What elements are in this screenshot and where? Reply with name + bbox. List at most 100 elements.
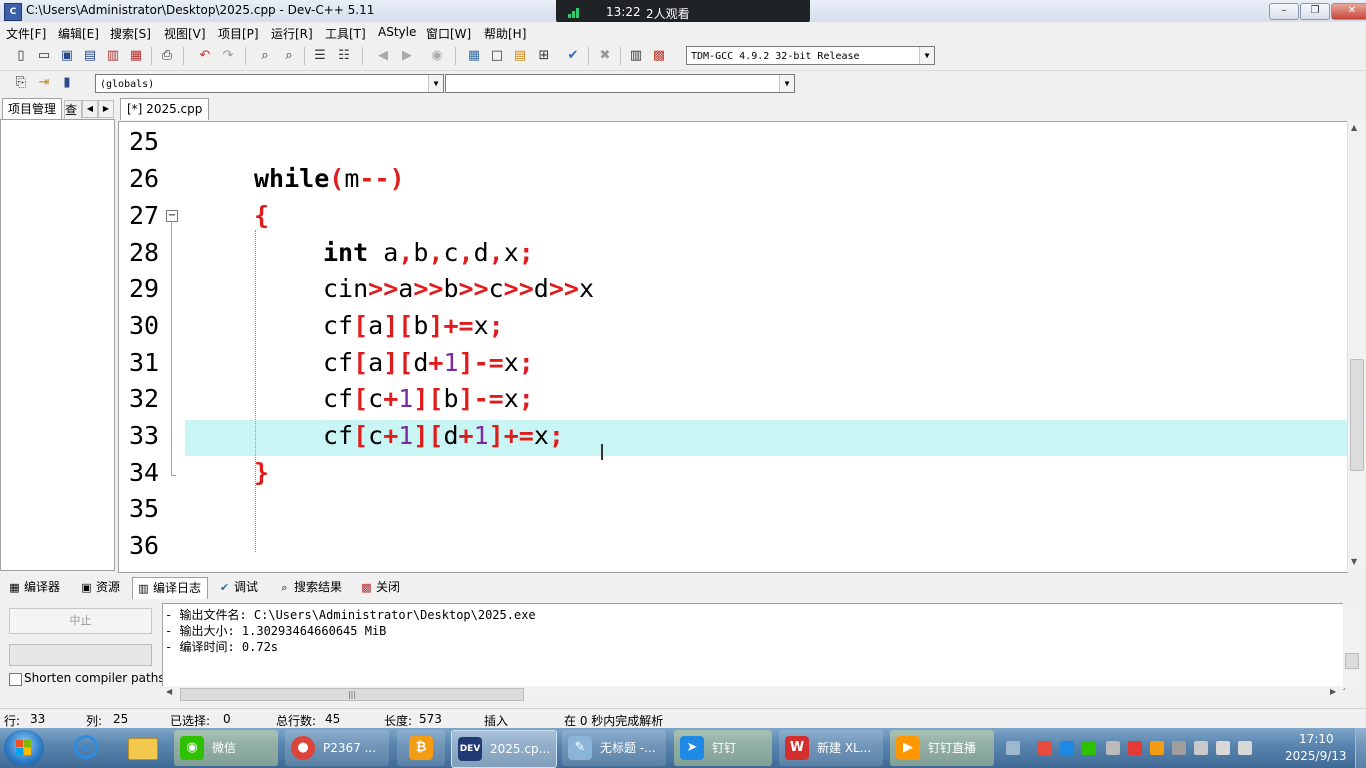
tab-debug[interactable]: ✔ 调试 (214, 577, 264, 598)
tab-close[interactable]: ▩ 关闭 (356, 577, 406, 598)
paint-icon: ✎ (568, 736, 592, 760)
goto-bookmark-icon[interactable]: ▮ (58, 74, 76, 92)
taskbar-wechat[interactable]: ◉ 微信 (174, 730, 278, 766)
indent-icon[interactable]: ☰ (311, 47, 329, 65)
code-operator: [ (353, 421, 369, 450)
tab-resources[interactable]: ▣ 资源 (76, 577, 126, 598)
maximize-button[interactable]: ❐ (1300, 3, 1330, 20)
code-operator: ][ (383, 348, 414, 377)
profile-chart-icon[interactable]: ▥ (627, 47, 645, 65)
menu-astyle[interactable]: AStyle (378, 25, 416, 39)
menu-window[interactable]: 窗口[W] (426, 25, 471, 42)
scrollbar-thumb[interactable] (1350, 359, 1364, 471)
scope-select[interactable]: (globals) ▼ (95, 74, 444, 93)
ie-icon[interactable]: e (66, 731, 106, 765)
scrollbar-thumb[interactable]: ||| (180, 688, 524, 701)
taskbar-paint[interactable]: ✎ 无标题 -... (562, 730, 666, 766)
toggle-bookmark-icon[interactable]: ⇥ (35, 74, 53, 92)
fold-toggle-icon[interactable]: − (166, 210, 178, 222)
undo-icon[interactable]: ↶ (196, 47, 214, 65)
delete-profile-icon[interactable]: ▩ (650, 47, 668, 65)
syntax-check-icon[interactable]: ✔ (564, 47, 582, 65)
close-file-icon[interactable]: ▥ (104, 47, 122, 65)
clock-date[interactable]: 2025/9/13 (1285, 749, 1347, 763)
redo-icon[interactable]: ↷ (219, 47, 237, 65)
tab-classes[interactable]: 查 (64, 100, 82, 120)
tab-search-results[interactable]: ⌕ 搜索结果 (274, 577, 348, 598)
back-icon[interactable]: ◀ (374, 47, 392, 65)
tab-compiler[interactable]: ▦ 编译器 (4, 577, 66, 598)
compile-run-icon[interactable]: ▤ (511, 47, 529, 65)
taskbar-wps[interactable]: W 新建 XL... (779, 730, 883, 766)
tray-network-icon[interactable] (1106, 741, 1120, 755)
taskbar-app[interactable]: ₿ (397, 730, 445, 766)
tab-compile-log[interactable]: ▥ 编译日志 (132, 577, 209, 599)
scroll-up-icon[interactable]: ▲ (1351, 123, 1357, 132)
forward-icon[interactable]: ▶ (398, 47, 416, 65)
taskbar-chrome[interactable]: ● P2367 ... (285, 730, 389, 766)
minimize-button[interactable]: – (1269, 3, 1299, 20)
scroll-right-icon[interactable]: ▶ (98, 100, 114, 118)
scrollbar-thumb[interactable] (1345, 653, 1359, 669)
scroll-left-icon[interactable]: ◀ (166, 687, 172, 696)
log-horizontal-scrollbar[interactable]: ◀ ||| ▶ (162, 686, 1343, 701)
editor-vertical-scrollbar[interactable]: ▲ ▼ (1347, 121, 1365, 571)
new-file-icon[interactable]: ▯ (12, 47, 30, 65)
symbol-select[interactable]: ▼ (445, 74, 795, 93)
volume-icon[interactable] (1216, 741, 1230, 755)
keyboard-icon[interactable] (1006, 741, 1020, 755)
menu-search[interactable]: 搜索[S] (110, 25, 151, 42)
tray-usb-icon[interactable] (1172, 741, 1186, 755)
taskbar-dingtalk-live[interactable]: ▶ 钉钉直播 (890, 730, 994, 766)
taskbar-dingtalk[interactable]: ➤ 钉钉 (674, 730, 772, 766)
start-button[interactable] (4, 730, 44, 766)
taskbar-devcpp[interactable]: DEV 2025.cp... (451, 730, 557, 768)
chrome-icon: ● (291, 736, 315, 760)
menu-run[interactable]: 运行[R] (271, 25, 313, 42)
clock-time[interactable]: 17:10 (1299, 732, 1334, 746)
menu-tools[interactable]: 工具[T] (325, 25, 366, 42)
run-icon[interactable]: □ (488, 47, 506, 65)
replace-icon[interactable]: ⌕ (280, 47, 298, 65)
shorten-paths-checkbox[interactable] (9, 673, 22, 686)
scroll-left-icon[interactable]: ◀ (82, 100, 98, 118)
tray-bluetooth-icon[interactable] (1060, 741, 1074, 755)
close-button[interactable]: ✕ (1331, 3, 1366, 20)
tray-coin-icon[interactable] (1150, 741, 1164, 755)
taskbar-label: 钉钉直播 (928, 741, 977, 755)
goto-icon[interactable]: ◉ (428, 47, 446, 65)
stop-icon[interactable]: ✖ (596, 47, 614, 65)
tab-project[interactable]: 项目管理 (2, 98, 63, 119)
scroll-down-icon[interactable]: ▼ (1351, 557, 1357, 566)
open-file-icon[interactable]: ▭ (35, 47, 53, 65)
tray-flag-icon[interactable] (1194, 741, 1208, 755)
print-icon[interactable]: ⎙ (158, 47, 176, 65)
save-icon[interactable]: ▣ (58, 47, 76, 65)
show-desktop-button[interactable] (1355, 728, 1366, 768)
menu-help[interactable]: 帮助[H] (484, 25, 526, 42)
menu-view[interactable]: 视图[V] (164, 25, 206, 42)
compiler-select[interactable]: TDM-GCC 4.9.2 32-bit Release ▼ (686, 46, 935, 65)
menu-edit[interactable]: 编辑[E] (58, 25, 99, 42)
close-all-icon[interactable]: ▦ (127, 47, 145, 65)
project-tree[interactable] (0, 119, 115, 571)
compile-log-output[interactable]: - 输出文件名: C:\Users\Administrator\Desktop\… (162, 603, 1345, 690)
file-explorer-icon[interactable] (122, 731, 162, 765)
menu-project[interactable]: 项目[P] (218, 25, 259, 42)
scroll-right-icon[interactable]: ▶ (1330, 687, 1336, 696)
log-vertical-scrollbar[interactable] (1343, 603, 1360, 688)
code-editor[interactable]: 25 26 27 28 29 30 31 32 33 34 35 36 − wh… (118, 121, 1348, 573)
tab-2025-cpp[interactable]: [*] 2025.cpp (120, 98, 210, 120)
tray-wechat-icon[interactable] (1082, 741, 1096, 755)
display-icon[interactable] (1238, 741, 1252, 755)
rebuild-icon[interactable]: ⊞ (535, 47, 553, 65)
insert-icon[interactable]: ⎘ (12, 74, 30, 92)
tray-app-icon[interactable] (1038, 741, 1052, 755)
tray-antivirus-icon[interactable] (1128, 741, 1142, 755)
compile-icon[interactable]: ▦ (465, 47, 483, 65)
abort-button[interactable]: 中止 (9, 608, 152, 634)
menu-file[interactable]: 文件[F] (6, 25, 46, 42)
unindent-icon[interactable]: ☷ (335, 47, 353, 65)
save-all-icon[interactable]: ▤ (81, 47, 99, 65)
find-icon[interactable]: ⌕ (256, 47, 274, 65)
